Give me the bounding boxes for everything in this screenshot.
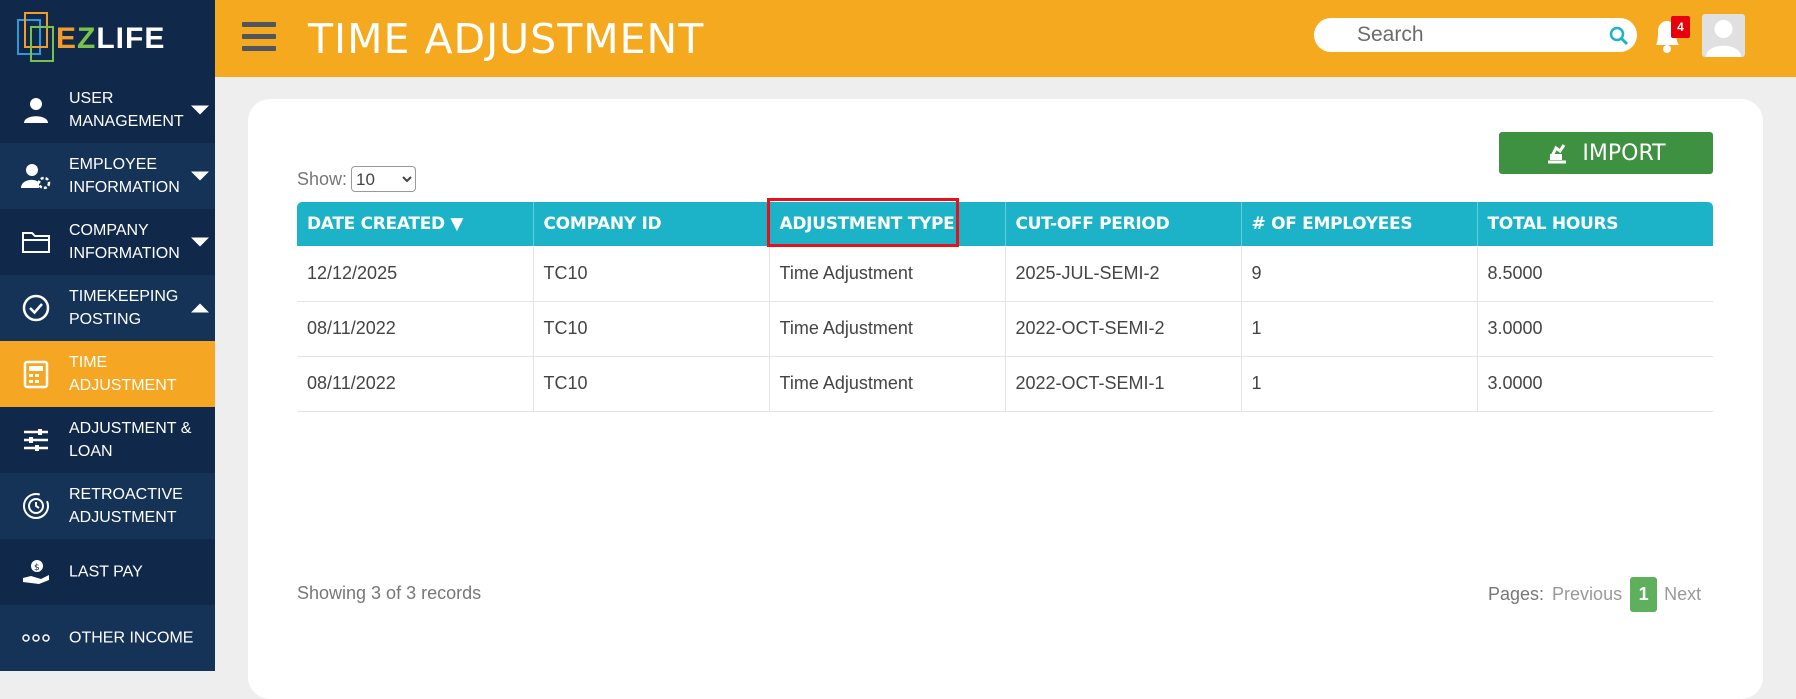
logo-text: EZLIFE xyxy=(56,22,166,55)
column-company-id[interactable]: COMPANY ID xyxy=(533,202,770,246)
cell-date-created: 08/11/2022 xyxy=(297,356,534,412)
import-label: IMPORT xyxy=(1582,140,1666,166)
notification-badge: 4 xyxy=(1671,16,1690,38)
sidebar-item-adjustment-loan[interactable]: ADJUSTMENT & LOAN xyxy=(0,407,215,473)
table-row[interactable]: 12/12/2025 TC10 Time Adjustment 2025-JUL… xyxy=(297,246,1713,302)
search-icon[interactable] xyxy=(1609,26,1629,46)
sidebar-item-label: LAST PAY xyxy=(69,563,143,581)
cell-date-created: 08/11/2022 xyxy=(297,301,534,357)
cell-adjustment-type: Time Adjustment xyxy=(769,246,1006,302)
page-size-control: Show: 10 xyxy=(297,166,417,192)
sidebar-item-label: TIME ADJUSTMENT xyxy=(69,354,177,394)
folder-icon xyxy=(20,226,52,258)
pages-label: Pages: xyxy=(1488,584,1545,604)
column-total-hours[interactable]: TOTAL HOURS xyxy=(1477,202,1713,246)
sidebar-item-timekeeping-posting[interactable]: TIMEKEEPING POSTING xyxy=(0,275,215,341)
cell-adjustment-type: Time Adjustment xyxy=(769,356,1006,412)
import-icon xyxy=(1548,144,1567,164)
next-page-link[interactable]: Next xyxy=(1664,584,1701,605)
cell-total-hours: 3.0000 xyxy=(1477,356,1713,412)
cell-company-id: TC10 xyxy=(533,356,770,412)
svg-text:$: $ xyxy=(34,563,40,573)
cell-total-hours: 3.0000 xyxy=(1477,301,1713,357)
cell-num-employees: 1 xyxy=(1241,301,1478,357)
sidebar-item-company-information[interactable]: COMPANY INFORMATION xyxy=(0,209,215,275)
sidebar: EZLIFE USER MANAGEMENT EMPLOYEE INFORMAT… xyxy=(0,0,215,671)
import-button[interactable]: IMPORT xyxy=(1499,132,1713,174)
cell-total-hours: 8.5000 xyxy=(1477,246,1713,302)
sidebar-item-other-income[interactable]: OTHER INCOME xyxy=(0,605,215,671)
cell-company-id: TC10 xyxy=(533,301,770,357)
sidebar-item-label: ADJUSTMENT & LOAN xyxy=(69,420,192,460)
employee-gear-icon xyxy=(20,160,52,192)
user-icon xyxy=(20,94,52,126)
logo-mark-icon xyxy=(17,12,54,62)
cell-cut-off-period: 2022-OCT-SEMI-1 xyxy=(1005,356,1242,412)
chevron-down-icon[interactable] xyxy=(191,171,209,181)
column-cut-off-period[interactable]: CUT-OFF PERIOD xyxy=(1005,202,1242,246)
calculator-icon xyxy=(20,358,52,390)
sidebar-item-time-adjustment[interactable]: TIME ADJUSTMENT xyxy=(0,341,215,407)
cell-num-employees: 1 xyxy=(1241,356,1478,412)
logo[interactable]: EZLIFE xyxy=(0,0,215,77)
show-label: Show: xyxy=(297,168,348,189)
pagination: Pages: Previous 1 Next xyxy=(1488,577,1701,612)
top-header: TIME ADJUSTMENT 4 xyxy=(215,0,1796,77)
chevron-down-icon[interactable] xyxy=(191,105,209,115)
cell-cut-off-period: 2022-OCT-SEMI-2 xyxy=(1005,301,1242,357)
sidebar-item-label: COMPANY INFORMATION xyxy=(69,222,180,262)
sliders-icon xyxy=(20,424,52,456)
column-adjustment-type[interactable]: ADJUSTMENT TYPE xyxy=(769,202,1006,246)
cell-company-id: TC10 xyxy=(533,246,770,302)
page-1-button[interactable]: 1 xyxy=(1630,577,1658,612)
previous-page-link[interactable]: Previous xyxy=(1552,584,1622,605)
cell-num-employees: 9 xyxy=(1241,246,1478,302)
sidebar-item-label: EMPLOYEE INFORMATION xyxy=(69,156,180,196)
column-num-employees[interactable]: # OF EMPLOYEES xyxy=(1241,202,1478,246)
search-input[interactable] xyxy=(1357,21,1597,49)
sidebar-item-retroactive-adjustment[interactable]: RETROACTIVE ADJUSTMENT xyxy=(0,473,215,539)
table-row[interactable]: 08/11/2022 TC10 Time Adjustment 2022-OCT… xyxy=(297,301,1713,357)
search-box[interactable] xyxy=(1314,18,1637,52)
sidebar-item-label: TIMEKEEPING POSTING xyxy=(69,288,179,328)
dots-icon xyxy=(20,622,52,654)
sidebar-item-user-management[interactable]: USER MANAGEMENT xyxy=(0,77,215,143)
page-title: TIME ADJUSTMENT xyxy=(308,15,705,63)
chevron-up-icon[interactable] xyxy=(191,303,209,313)
chevron-down-icon[interactable] xyxy=(191,237,209,247)
table-header-row: DATE CREATED ▼ COMPANY ID ADJUSTMENT TYP… xyxy=(297,202,1713,246)
sidebar-item-label: RETROACTIVE ADJUSTMENT xyxy=(69,486,183,526)
cell-adjustment-type: Time Adjustment xyxy=(769,301,1006,357)
money-hand-icon: $ xyxy=(20,556,52,588)
sidebar-item-last-pay[interactable]: $ LAST PAY xyxy=(0,539,215,605)
avatar[interactable] xyxy=(1702,14,1745,57)
table-row[interactable]: 08/11/2022 TC10 Time Adjustment 2022-OCT… xyxy=(297,356,1713,412)
sidebar-item-employee-information[interactable]: EMPLOYEE INFORMATION xyxy=(0,143,215,209)
records-count: Showing 3 of 3 records xyxy=(297,583,482,603)
menu-toggle-icon[interactable] xyxy=(242,22,276,52)
sidebar-item-label: OTHER INCOME xyxy=(69,629,194,647)
cell-date-created: 12/12/2025 xyxy=(297,246,534,302)
clock-refresh-icon xyxy=(20,490,52,522)
sidebar-item-label: USER MANAGEMENT xyxy=(69,90,184,130)
time-adjustment-table: DATE CREATED ▼ COMPANY ID ADJUSTMENT TYP… xyxy=(297,202,1713,412)
page-size-select[interactable]: 10 xyxy=(351,166,417,192)
cell-cut-off-period: 2025-JUL-SEMI-2 xyxy=(1005,246,1242,302)
column-date-created[interactable]: DATE CREATED ▼ xyxy=(297,202,534,246)
check-circle-icon xyxy=(20,292,52,324)
